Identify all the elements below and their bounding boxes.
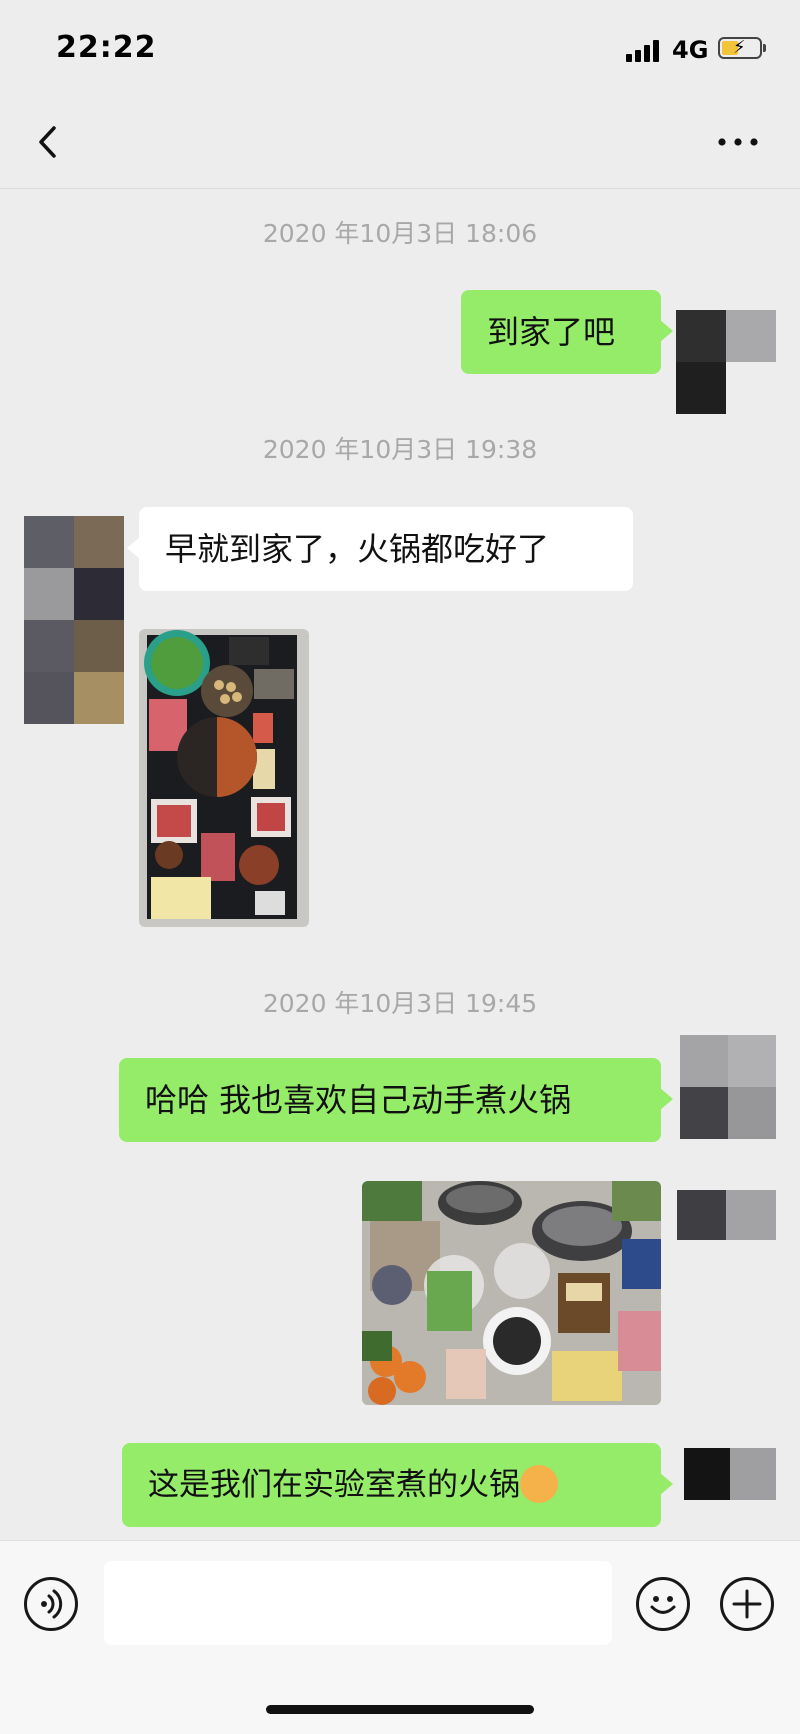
- message-text: 这是我们在实验室煮的火锅: [148, 1467, 520, 1503]
- my-message-bubble[interactable]: 这是我们在实验室煮的火锅: [122, 1443, 673, 1527]
- contact-message-bubble[interactable]: 早就到家了，火锅都吃好了: [127, 507, 633, 591]
- message-text: 早就到家了，火锅都吃好了: [165, 530, 550, 568]
- my-avatar[interactable]: [676, 310, 776, 414]
- my-image-message[interactable]: [362, 1181, 661, 1405]
- hotpot-photo: [144, 630, 297, 919]
- my-avatar[interactable]: [680, 1035, 776, 1139]
- lab-hotpot-photo: [362, 1181, 661, 1405]
- chat-timestamp: 2020 年10月3日 18:06: [262, 219, 538, 248]
- my-message-bubble[interactable]: 到家了吧: [461, 290, 673, 374]
- contact-avatar[interactable]: [24, 516, 124, 724]
- cat-face-emoji: [520, 1464, 558, 1503]
- status-time: 22:22: [56, 30, 157, 65]
- message-text: 哈哈 我也喜欢自己动手煮火锅: [145, 1081, 572, 1119]
- my-message-bubble[interactable]: 哈哈 我也喜欢自己动手煮火锅: [119, 1058, 673, 1142]
- chat-timestamp: 2020 年10月3日 19:38: [262, 435, 538, 464]
- signal-icon: [626, 38, 666, 62]
- plus-icon[interactable]: [720, 1577, 774, 1631]
- chat-header: [0, 100, 800, 189]
- contact-image-message[interactable]: [139, 629, 309, 927]
- status-bar: 22:22 4G ⚡: [0, 0, 800, 100]
- voice-icon[interactable]: [24, 1577, 78, 1631]
- battery-icon: ⚡: [718, 37, 762, 59]
- chat-timestamp: 2020 年10月3日 19:45: [262, 989, 538, 1018]
- battery-cap: [763, 44, 766, 52]
- message-input[interactable]: [104, 1561, 612, 1645]
- my-avatar[interactable]: [684, 1448, 776, 1500]
- home-indicator[interactable]: [266, 1705, 534, 1714]
- message-text: 到家了吧: [487, 313, 616, 351]
- network-label: 4G: [672, 36, 709, 64]
- my-avatar[interactable]: [677, 1190, 776, 1240]
- emoji-icon[interactable]: [636, 1577, 690, 1631]
- ellipsis-icon[interactable]: [716, 122, 760, 162]
- chevron-left-icon[interactable]: [30, 122, 70, 162]
